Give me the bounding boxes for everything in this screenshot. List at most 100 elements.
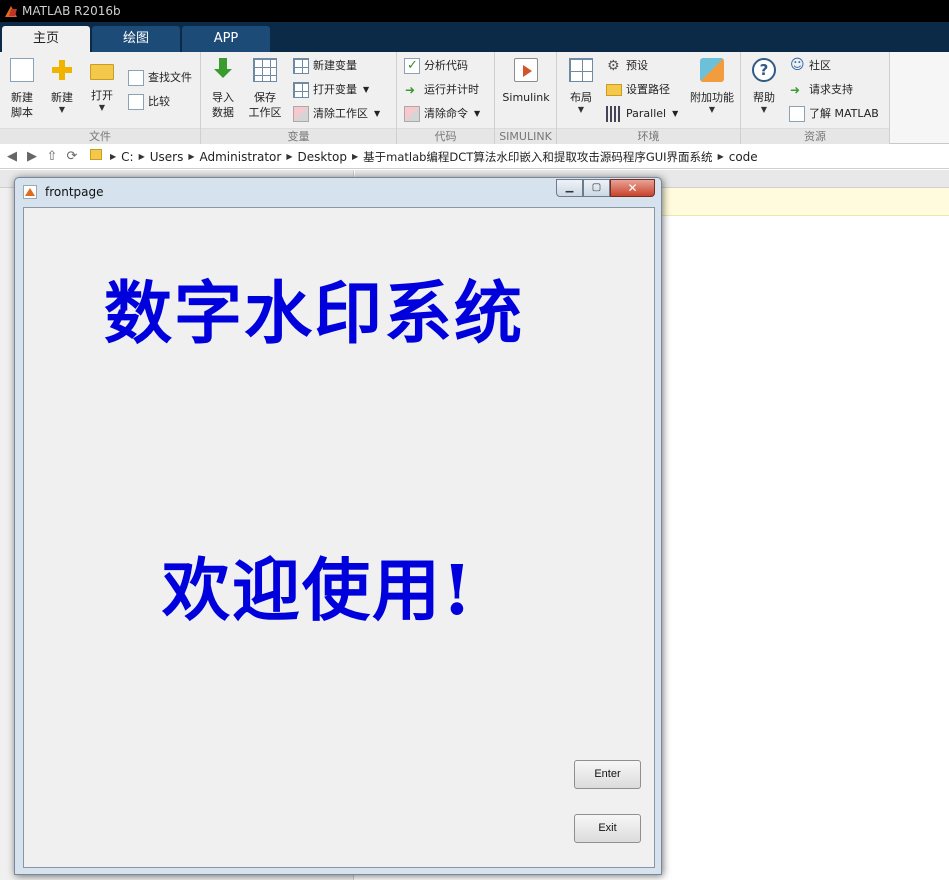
chevron-down-icon: ▼ [708,105,716,114]
tab-plots[interactable]: 绘图 [92,26,180,52]
request-support-label: 请求支持 [809,83,853,96]
run-and-time-button[interactable]: 运行并计时 [404,81,479,99]
save-workspace-icon [253,58,277,82]
back-icon[interactable]: ◀ [4,149,20,165]
breadcrumb-separator: ▶ [717,152,724,161]
breadcrumb-item[interactable]: Users [150,150,184,164]
breadcrumb-separator: ▶ [286,152,293,161]
breadcrumb-item[interactable]: code [729,150,758,164]
new-script-label: 新建 脚本 [11,91,33,119]
learn-matlab-icon [789,106,805,122]
compare-button[interactable]: 比较 [128,93,170,111]
run-and-time-label: 运行并计时 [424,83,479,96]
request-support-button[interactable]: 请求支持 [789,81,853,99]
breadcrumb-item[interactable]: C: [121,150,133,164]
app-title: MATLAB R2016b [22,4,121,18]
analyze-code-icon [404,57,420,75]
enter-button[interactable]: Enter [574,760,641,789]
breadcrumb-separator: ▶ [110,152,117,161]
open-label: 打开 [91,89,113,102]
breadcrumb-separator: ▶ [188,152,195,161]
clear-commands-label: 清除命令 [424,107,468,120]
clear-workspace-button[interactable]: 清除工作区 ▼ [293,105,380,123]
group-label-resources: 资源 [741,128,889,144]
minimize-icon[interactable]: ▁ [556,179,583,197]
preferences-button[interactable]: 预设 [606,57,648,75]
community-label: 社区 [809,59,831,72]
group-resources: ? 帮助 ▼ 社区 请求支持 了解 MATLAB 资源 [741,52,890,144]
matlab-logo-icon [23,184,37,199]
chevron-down-icon: ▼ [98,103,106,112]
group-file: 新建 脚本 新建 ▼ 打开 ▼ 查找文件 比较 文件 [0,52,201,144]
app-title-bar: MATLAB R2016b [0,0,949,22]
parallel-label: Parallel [626,107,667,120]
group-simulink: Simulink SIMULINK [495,52,557,144]
folder-icon [88,148,104,165]
run-and-time-icon [404,81,420,99]
compare-label: 比较 [148,95,170,108]
layout-label: 布局 [570,91,592,104]
import-data-button[interactable]: 导入 数据 [203,58,243,120]
find-files-icon [128,70,144,86]
community-button[interactable]: 社区 [789,56,831,75]
set-path-button[interactable]: 设置路径 [606,81,670,99]
figure-title: frontpage [45,184,104,199]
analyze-code-button[interactable]: 分析代码 [404,57,468,75]
exit-button[interactable]: Exit [574,814,641,843]
set-path-label: 设置路径 [626,83,670,96]
chevron-down-icon: ▼ [672,109,679,118]
help-label: 帮助 [753,91,775,104]
parallel-button[interactable]: Parallel ▼ [606,105,678,123]
open-button[interactable]: 打开 ▼ [82,58,122,113]
group-label-environment: 环境 [557,128,740,144]
layout-button[interactable]: 布局 ▼ [561,58,601,115]
breadcrumb-item[interactable]: Administrator [200,150,282,164]
tab-apps[interactable]: APP [182,26,270,52]
people-icon [789,56,805,74]
forward-icon[interactable]: ▶ [24,149,40,165]
clear-workspace-label: 清除工作区 [313,107,368,120]
plus-icon [50,58,74,82]
chevron-down-icon: ▼ [374,109,381,118]
matlab-logo-icon [4,4,18,18]
breadcrumb-item[interactable]: Desktop [297,150,347,164]
parallel-icon [606,106,622,122]
find-files-button[interactable]: 查找文件 [128,69,192,87]
group-variable: 导入 数据 保存 工作区 新建变量 打开变量 ▼ 清除工作区 ▼ 变量 [201,52,397,144]
help-button[interactable]: ? 帮助 ▼ [744,58,784,115]
new-button[interactable]: 新建 ▼ [42,58,82,115]
breadcrumb-separator: ▶ [351,152,359,161]
toolstrip-tabs: 主页 绘图 APP [0,22,949,52]
open-variable-button[interactable]: 打开变量 ▼ [293,81,369,99]
group-environment: 布局 ▼ 预设 设置路径 Parallel ▼ 附加功能 ▼ 环境 [557,52,741,144]
analyze-code-label: 分析代码 [424,59,468,72]
help-icon: ? [752,58,776,82]
new-label: 新建 [51,91,73,104]
learn-matlab-button[interactable]: 了解 MATLAB [789,105,879,123]
simulink-button[interactable]: Simulink [501,58,551,105]
close-icon[interactable]: ✕ [610,179,655,197]
browse-folder-icon[interactable]: ⟳ [64,149,80,165]
group-label-file: 文件 [0,128,200,144]
group-label-variable: 变量 [201,128,396,144]
chevron-down-icon: ▼ [760,105,768,114]
import-data-label: 导入 数据 [212,91,234,119]
new-variable-button[interactable]: 新建变量 [293,57,357,75]
toolstrip: 新建 脚本 新建 ▼ 打开 ▼ 查找文件 比较 文件 导入 数据 保存 工作区 … [0,52,890,144]
gear-icon [606,57,622,75]
maximize-icon[interactable]: ▢ [583,179,610,197]
folder-icon [606,84,622,96]
learn-matlab-label: 了解 MATLAB [809,107,879,120]
save-workspace-button[interactable]: 保存 工作区 [245,58,285,120]
new-script-button[interactable]: 新建 脚本 [2,58,42,120]
tab-home[interactable]: 主页 [2,26,90,52]
figure-title-bar[interactable]: frontpage ▁ ▢ ✕ [15,178,661,205]
up-folder-icon[interactable]: ⇧ [44,149,60,165]
breadcrumb-item[interactable]: 基于matlab编程DCT算法水印嵌入和提取攻击源码程序GUI界面系统 [363,149,712,165]
add-ons-button[interactable]: 附加功能 ▼ [687,58,737,115]
clear-commands-button[interactable]: 清除命令 ▼ [404,105,480,123]
breadcrumb-separator: ▶ [138,152,145,161]
window-controls: ▁ ▢ ✕ [556,179,655,197]
eraser-icon [404,106,420,122]
figure-canvas: 数字水印系统 欢迎使用! Enter Exit [23,207,655,868]
